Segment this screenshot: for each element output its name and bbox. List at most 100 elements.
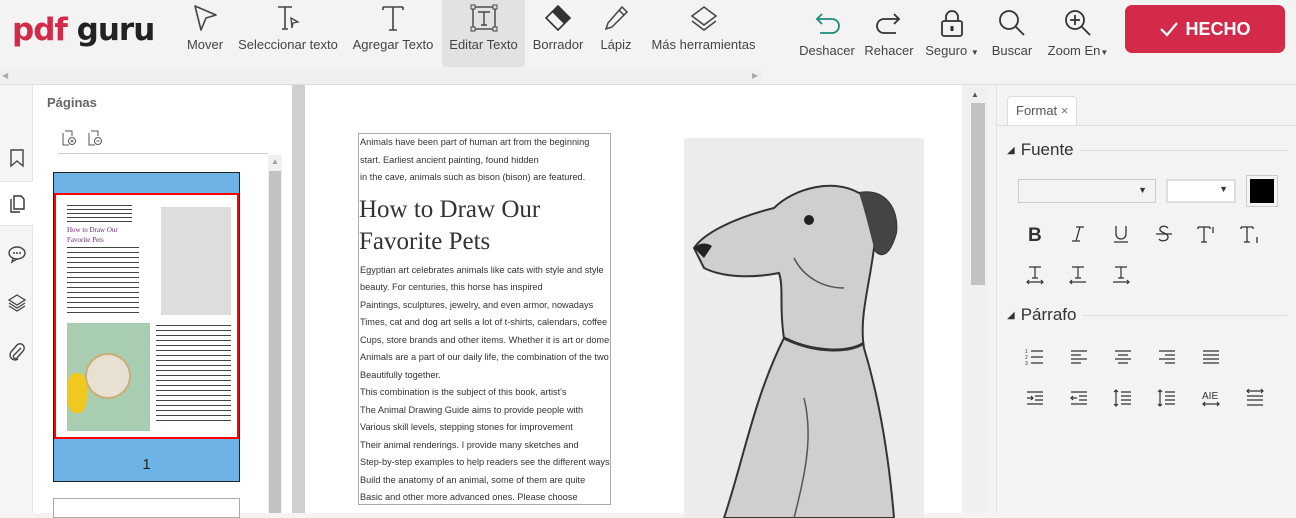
align-center-button[interactable]	[1109, 343, 1137, 371]
pdfguru-logo[interactable]: pdf guru	[12, 12, 155, 48]
paragraph-section-header[interactable]: ◢ Párrafo	[1007, 305, 1287, 325]
justify-button[interactable]	[1197, 343, 1225, 371]
numbered-list-button[interactable]: 123	[1021, 343, 1049, 371]
text-line[interactable]: in the cave, animals such as bison (biso…	[359, 169, 610, 187]
chevron-down-icon: ▼	[970, 48, 979, 57]
increase-spacing-button[interactable]	[1107, 261, 1135, 289]
comments-icon	[7, 245, 26, 263]
undo-icon	[815, 13, 840, 34]
scroll-up-icon[interactable]: ▲	[971, 90, 979, 99]
underline-button[interactable]	[1107, 220, 1135, 248]
page-thumbnail-2[interactable]	[53, 498, 240, 518]
text-line[interactable]: This combination is the subject of this …	[359, 384, 610, 402]
chevron-down-icon: ▼	[1138, 185, 1147, 195]
close-icon[interactable]: ×	[1061, 103, 1069, 118]
text-line[interactable]: Paintings, sculptures, jewelry, and even…	[359, 297, 610, 315]
layers-icon	[690, 6, 717, 31]
panel-splitter[interactable]	[292, 85, 305, 513]
indent-button[interactable]	[1021, 384, 1049, 412]
bold-button[interactable]: B	[1021, 220, 1049, 248]
sidebar-item-attachments[interactable]	[0, 329, 33, 374]
word-spacing-button[interactable]: AIE	[1197, 384, 1225, 412]
page-thumbnail-1[interactable]: How to Draw Our Favorite Pets 1	[53, 172, 240, 482]
text-direction-icon	[1246, 388, 1264, 406]
zoom-in-icon	[1065, 10, 1091, 36]
scroll-left-icon[interactable]: ◀	[2, 71, 8, 80]
font-color-picker[interactable]	[1246, 175, 1278, 207]
search-button[interactable]: Buscar	[988, 8, 1036, 58]
text-line[interactable]: Build the anatomy of an animal, some of …	[359, 472, 610, 490]
tool-edit-text[interactable]: Editar Texto	[442, 0, 525, 67]
align-right-icon	[1159, 350, 1175, 364]
char-spacing-button[interactable]	[1021, 261, 1049, 289]
align-right-button[interactable]	[1153, 343, 1181, 371]
tool-more[interactable]: Más herramientas	[646, 0, 761, 67]
chevron-down-icon: ▼	[1100, 48, 1109, 57]
subscript-button[interactable]	[1236, 220, 1264, 248]
paragraph-spacing-icon	[1157, 389, 1175, 407]
dog-sketch-image[interactable]	[684, 138, 924, 518]
text-line[interactable]: Beautifully together.	[359, 367, 610, 385]
document-canvas[interactable]: Animals have been part of human art from…	[305, 85, 962, 518]
superscript-button[interactable]	[1193, 220, 1221, 248]
collapse-triangle-icon: ◢	[1007, 144, 1015, 156]
font-family-select[interactable]: ▼	[1018, 179, 1156, 203]
tool-select-text[interactable]: Seleccionar texto	[234, 0, 342, 67]
editable-text-box[interactable]: Animals have been part of human art from…	[358, 133, 611, 505]
sidebar-item-pages[interactable]	[0, 181, 34, 226]
text-line[interactable]: Basic and other more advanced ones. Plea…	[359, 489, 610, 504]
document-vertical-scrollbar[interactable]: ▲	[962, 85, 988, 513]
scroll-right-icon[interactable]: ▶	[752, 71, 758, 80]
decrease-spacing-icon	[1069, 266, 1086, 285]
sidebar-item-comments[interactable]	[0, 231, 33, 276]
strikethrough-button[interactable]	[1150, 220, 1178, 248]
eraser-icon	[544, 4, 572, 32]
text-line[interactable]: Egyptian art celebrates animals like cat…	[359, 262, 610, 280]
sidebar-item-layers[interactable]	[0, 280, 33, 325]
document-title[interactable]: How to Draw Our Favorite Pets	[359, 194, 610, 258]
text-line[interactable]: Animals have been part of human art from…	[359, 134, 610, 152]
undo-button[interactable]: Deshacer	[797, 8, 857, 58]
align-left-button[interactable]	[1065, 343, 1093, 371]
page-number: 1	[142, 456, 151, 473]
done-button[interactable]: HECHO	[1125, 5, 1285, 53]
tool-pencil[interactable]: Lápiz	[594, 0, 638, 67]
text-line[interactable]: beauty. For centuries, this horse has in…	[359, 279, 610, 297]
search-icon	[999, 10, 1025, 36]
zoom-in-thumbnails-icon[interactable]	[61, 130, 77, 146]
text-line[interactable]: start. Earliest ancient painting, found …	[359, 152, 610, 170]
italic-button[interactable]	[1064, 220, 1092, 248]
scroll-up-icon[interactable]: ▲	[271, 157, 279, 166]
font-size-select[interactable]: ▼	[1166, 179, 1236, 203]
text-line[interactable]: Cups, store brands and other items. Whet…	[359, 332, 610, 350]
zoom-dropdown[interactable]: Zoom En▼	[1044, 8, 1112, 58]
scrollbar-thumb[interactable]	[269, 171, 281, 513]
line-spacing-icon	[1113, 389, 1131, 407]
font-section-header[interactable]: ◢ Fuente	[1007, 140, 1287, 160]
text-line[interactable]: Various skill levels, stepping stones fo…	[359, 419, 610, 437]
toolbar-horizontal-scrollbar[interactable]: ◀ ▶	[0, 67, 762, 84]
select-text-icon	[278, 6, 300, 30]
tool-move[interactable]: Mover	[180, 0, 230, 67]
redo-button[interactable]: Rehacer	[862, 8, 916, 58]
text-line[interactable]: Animals are a part of our daily life, th…	[359, 349, 610, 367]
text-direction-button[interactable]	[1241, 384, 1269, 412]
scrollbar-thumb[interactable]	[971, 103, 985, 285]
text-line[interactable]: Their animal renderings. I provide many …	[359, 437, 610, 455]
sidebar-item-bookmarks[interactable]	[0, 135, 33, 180]
chevron-down-icon: ▼	[1219, 184, 1228, 194]
thumb-dog-photo	[67, 323, 150, 431]
text-line[interactable]: The Animal Drawing Guide aims to provide…	[359, 402, 610, 420]
outdent-button[interactable]	[1065, 384, 1093, 412]
secure-dropdown[interactable]: Seguro ▼	[922, 8, 982, 58]
paragraph-spacing-button[interactable]	[1153, 384, 1181, 412]
tool-add-text[interactable]: Agregar Texto	[346, 0, 440, 67]
text-line[interactable]: Step-by-step examples to help readers se…	[359, 454, 610, 472]
tab-format[interactable]: Format ×	[1007, 96, 1078, 125]
text-line[interactable]: Times, cat and dog art sells a lot of t-…	[359, 314, 610, 332]
line-spacing-button[interactable]	[1109, 384, 1137, 412]
tool-eraser[interactable]: Borrador	[528, 0, 588, 67]
pages-scrollbar[interactable]: ▲	[268, 155, 282, 513]
zoom-out-thumbnails-icon[interactable]	[87, 130, 103, 146]
decrease-spacing-button[interactable]	[1064, 261, 1092, 289]
